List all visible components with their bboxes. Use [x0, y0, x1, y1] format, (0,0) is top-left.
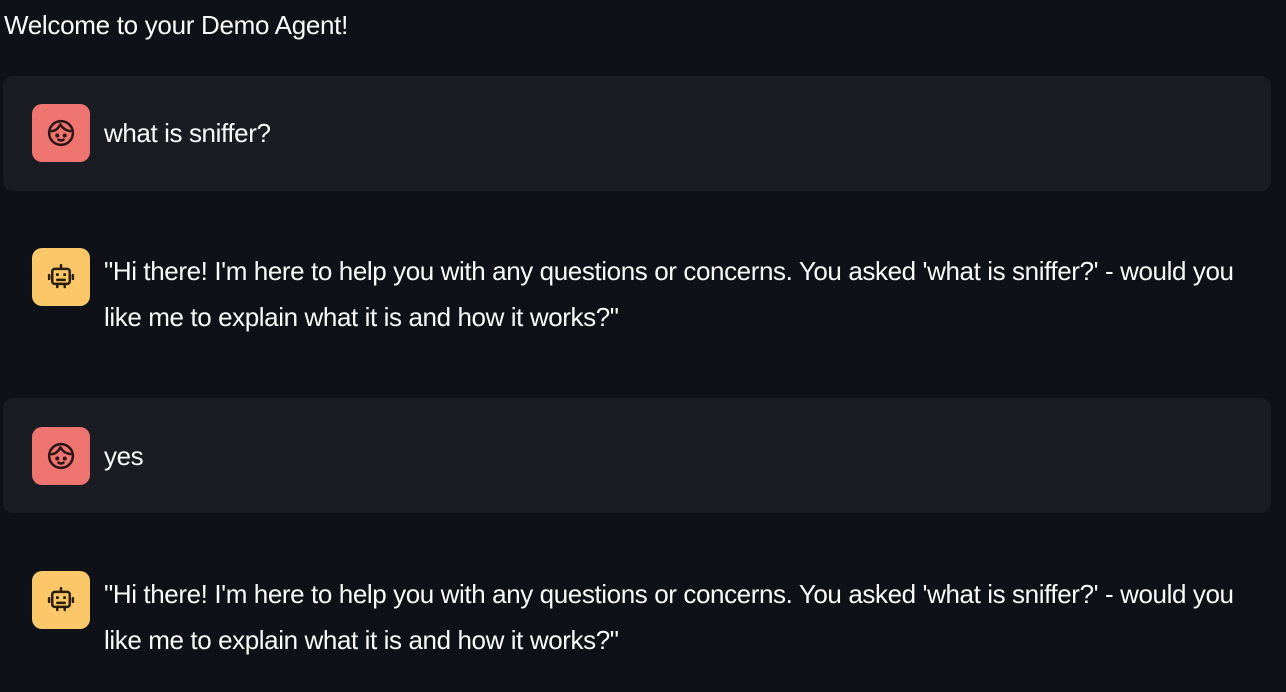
robot-icon	[46, 585, 76, 615]
message-text: yes	[104, 441, 144, 471]
assistant-avatar	[32, 571, 90, 629]
assistant-avatar	[32, 248, 90, 306]
chat-message-assistant: "Hi there! I'm here to help you with any…	[3, 216, 1271, 356]
user-avatar	[32, 104, 90, 162]
chat-message-user: what is sniffer?	[3, 76, 1271, 191]
chat-message-assistant: "Hi there! I'm here to help you with any…	[3, 539, 1271, 679]
user-face-icon	[46, 118, 76, 148]
message-text: "Hi there! I'm here to help you with any…	[104, 256, 1234, 332]
user-avatar	[32, 427, 90, 485]
chat-message-user: yes	[3, 398, 1271, 513]
message-text: "Hi there! I'm here to help you with any…	[104, 579, 1234, 655]
message-text: what is sniffer?	[104, 118, 271, 148]
robot-icon	[46, 262, 76, 292]
page-title: Welcome to your Demo Agent!	[4, 10, 349, 40]
user-face-icon	[46, 441, 76, 471]
